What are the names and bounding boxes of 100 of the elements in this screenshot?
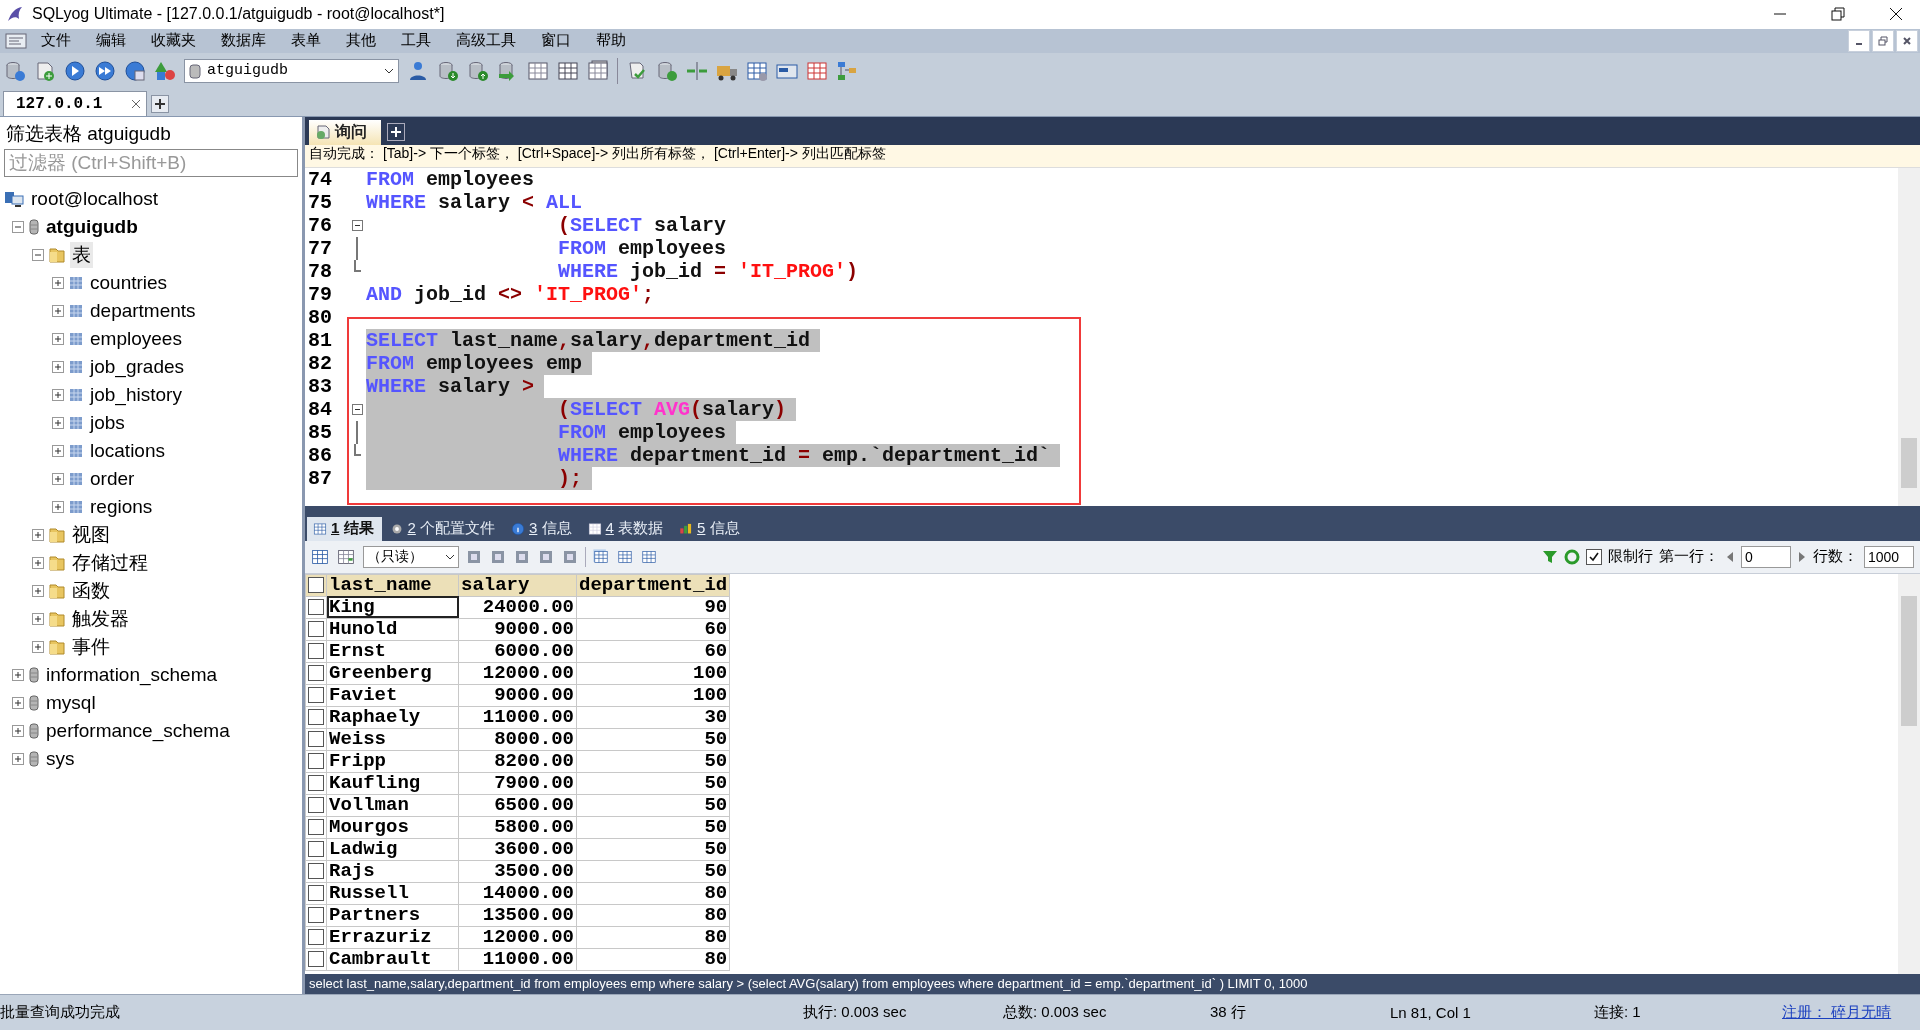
row-checkbox[interactable] [308, 621, 324, 638]
menu-item[interactable]: 帮助 [583, 31, 638, 51]
filter-icon[interactable] [1542, 548, 1558, 565]
row-checkbox[interactable] [308, 753, 324, 770]
tree-item[interactable]: mysql [44, 691, 98, 714]
previous-icon[interactable] [1725, 549, 1735, 564]
add-query-icon[interactable] [34, 59, 56, 82]
expand-icon[interactable] [52, 416, 64, 429]
row-checkbox[interactable] [308, 819, 324, 836]
first-row-field[interactable]: 0 [1741, 545, 1791, 568]
row-checkbox[interactable] [308, 797, 324, 814]
row-checkbox[interactable] [308, 907, 324, 924]
grid-view-icon[interactable] [592, 547, 610, 566]
collapse-icon[interactable] [32, 248, 44, 261]
menu-item[interactable]: 编辑 [83, 31, 138, 51]
grid-icon[interactable] [806, 59, 828, 82]
menu-item[interactable]: 窗口 [528, 31, 583, 51]
row-checkbox[interactable] [308, 863, 324, 880]
expand-icon[interactable] [32, 528, 44, 541]
window-menu-icon[interactable] [4, 31, 28, 50]
result-tab[interactable]: 5 信息 [673, 516, 748, 541]
result-tab[interactable]: 3 信息 [505, 516, 580, 541]
user-icon[interactable] [407, 59, 429, 82]
tree-item[interactable]: 事件 [70, 633, 112, 660]
tree-item[interactable]: regions [88, 495, 155, 518]
result-tab[interactable]: 4 表数据 [581, 516, 672, 541]
fold-icon[interactable] [351, 219, 363, 231]
row-checkbox[interactable] [308, 665, 324, 682]
database-upload-icon[interactable] [467, 59, 489, 82]
refresh-icon[interactable] [1564, 548, 1580, 565]
row-count-field[interactable]: 1000 [1864, 545, 1914, 568]
fast-forward-icon[interactable] [94, 59, 116, 82]
table-icon[interactable] [557, 59, 579, 82]
menu-item[interactable]: 数据库 [208, 31, 278, 51]
tree-item[interactable]: order [88, 467, 137, 490]
expand-icon[interactable] [12, 696, 24, 709]
result-tab[interactable]: 2 个配置文件 [383, 516, 504, 541]
connection-tab[interactable]: 127.0.0.1 [3, 90, 148, 116]
limit-checkbox[interactable] [1586, 548, 1602, 565]
fold-icon[interactable] [351, 403, 363, 415]
row-checkbox[interactable] [308, 731, 324, 748]
database-connect-icon[interactable] [4, 59, 26, 82]
tree-item[interactable]: employees [88, 327, 184, 350]
tree-item[interactable]: atguigudb [44, 215, 140, 238]
scrollbar[interactable] [1898, 167, 1920, 506]
result-tab[interactable]: 1 结果 [307, 516, 382, 541]
row-checkbox[interactable] [308, 643, 324, 660]
close-icon[interactable] [1896, 29, 1918, 52]
row-checkbox[interactable] [308, 841, 324, 858]
expand-icon[interactable] [32, 612, 44, 625]
expand-icon[interactable] [32, 640, 44, 653]
menu-item[interactable]: 表单 [278, 31, 333, 51]
collapse-icon[interactable] [12, 220, 24, 233]
table-copy-icon[interactable] [587, 59, 609, 82]
tree-item[interactable]: 表 [70, 241, 93, 268]
tree-item[interactable]: sys [44, 747, 77, 770]
expand-icon[interactable] [52, 388, 64, 401]
select-all-checkbox[interactable] [308, 577, 324, 594]
add-tab-icon[interactable] [151, 94, 170, 113]
expand-icon[interactable] [32, 556, 44, 569]
column-header[interactable]: salary [458, 574, 577, 597]
expand-icon[interactable] [32, 584, 44, 597]
database-download-icon[interactable] [437, 59, 459, 82]
add-tab-icon[interactable] [387, 122, 405, 141]
tree-item[interactable]: job_grades [88, 355, 187, 378]
expand-icon[interactable] [52, 332, 64, 345]
next-icon[interactable] [1797, 549, 1807, 564]
expand-icon[interactable] [52, 304, 64, 317]
expand-icon[interactable] [52, 500, 64, 513]
tree-item[interactable]: performance_schema [44, 719, 232, 742]
row-checkbox[interactable] [308, 929, 324, 946]
expand-icon[interactable] [12, 752, 24, 765]
tree-item[interactable]: 函数 [70, 577, 112, 604]
tree-item[interactable]: departments [88, 299, 198, 322]
tree-item[interactable]: countries [88, 271, 170, 294]
restore-icon[interactable] [1872, 29, 1894, 52]
tree-item[interactable]: root@localhost [29, 187, 161, 210]
database-dropdown[interactable]: atguigudb [184, 58, 399, 83]
tree-item[interactable]: 视图 [70, 521, 112, 548]
column-header[interactable]: department_id [576, 574, 730, 597]
scrollbar[interactable] [1898, 573, 1920, 975]
play-icon[interactable] [64, 59, 86, 82]
row-checkbox[interactable] [308, 709, 324, 726]
tree-item[interactable]: information_schema [44, 663, 220, 686]
diagram-icon[interactable] [836, 59, 858, 82]
row-checkbox[interactable] [308, 775, 324, 792]
minimize-icon[interactable] [1848, 29, 1870, 52]
expand-icon[interactable] [12, 668, 24, 681]
query-tab[interactable]: 询问 [309, 119, 381, 145]
expand-icon[interactable] [52, 472, 64, 485]
tree-item[interactable]: 触发器 [70, 605, 131, 632]
expand-icon[interactable] [12, 724, 24, 737]
row-checkbox[interactable] [308, 687, 324, 704]
row-checkbox[interactable] [308, 951, 324, 968]
menu-item[interactable]: 工具 [388, 31, 443, 51]
mode-dropdown[interactable]: （只读） [363, 545, 459, 568]
expand-icon[interactable] [52, 276, 64, 289]
row-checkbox[interactable] [308, 599, 324, 616]
tree-item[interactable]: job_history [88, 383, 184, 406]
tree-item[interactable]: jobs [88, 411, 127, 434]
